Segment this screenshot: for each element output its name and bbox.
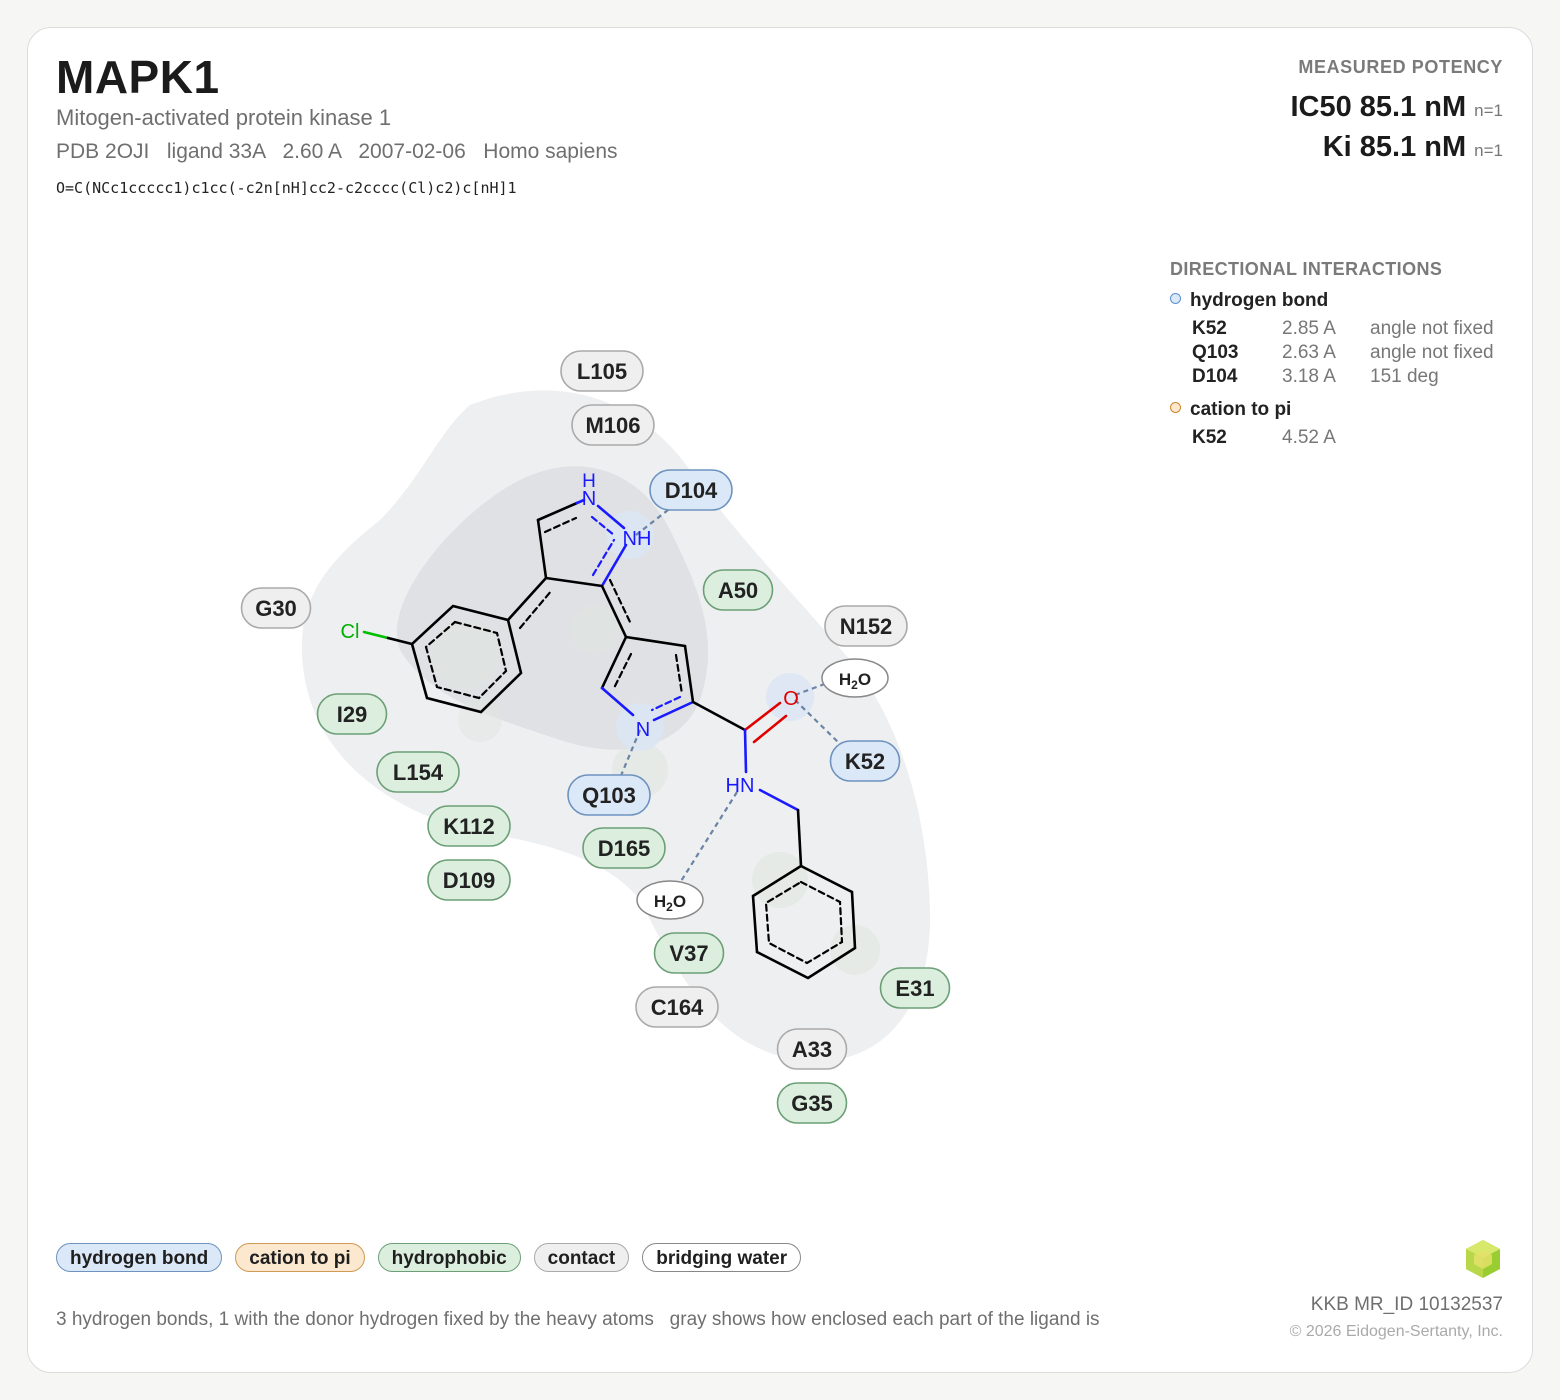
residue-label: D104	[665, 478, 718, 503]
oxygen-atom: O	[783, 688, 799, 710]
residue-label: G35	[791, 1091, 833, 1116]
residue-label: A33	[792, 1037, 832, 1062]
residue-label: A50	[718, 578, 758, 603]
residue-label: K112	[443, 814, 494, 839]
residue-label: K52	[845, 749, 885, 774]
legend-bridging-water: bridging water	[642, 1243, 802, 1272]
residue-label: Q103	[582, 783, 636, 808]
residue-l154: L154	[376, 751, 460, 793]
nitrogen-atom: N	[582, 488, 596, 510]
legend-hydrophobic: hydrophobic	[377, 1243, 521, 1272]
residue-label: D165	[598, 836, 651, 861]
residue-k52: K52	[829, 740, 901, 782]
residue-label: D109	[443, 868, 496, 893]
residue-label: V37	[669, 941, 708, 966]
residue-a33: A33	[776, 1028, 848, 1070]
residue-c164: C164	[635, 986, 719, 1028]
residue-e31: E31	[879, 967, 951, 1009]
footnote: 3 hydrogen bonds, 1 with the donor hydro…	[56, 1309, 1100, 1330]
residue-d104: D104	[649, 469, 733, 511]
water-855-678: H2O	[821, 658, 889, 698]
pyrrole-nitrogen-atom: N	[636, 719, 650, 741]
residue-label: G30	[255, 596, 297, 621]
residue-g30: G30	[240, 587, 312, 629]
residue-q103: Q103	[567, 774, 651, 816]
residue-l105: L105	[560, 350, 644, 392]
residue-a50: A50	[702, 569, 774, 611]
residue-label: N152	[840, 614, 893, 639]
residue-k112: K112	[427, 805, 511, 847]
residue-n152: N152	[824, 605, 908, 647]
chlorine-atom: Cl	[341, 621, 360, 643]
residue-label: I29	[337, 702, 368, 727]
nh-atom: NH	[623, 528, 652, 550]
residue-label: L105	[577, 359, 627, 384]
water-670-900: H2O	[636, 880, 704, 920]
residue-d109: D109	[427, 859, 511, 901]
amide-nh-atom: HN	[726, 775, 755, 797]
legend-contact: contact	[533, 1243, 630, 1272]
residue-v37: V37	[653, 932, 725, 974]
copyright: © 2026 Eidogen-Sertanty, Inc.	[1289, 1323, 1503, 1340]
residue-i29: I29	[316, 693, 388, 735]
record-id: KKB MR_ID 10132537	[1310, 1294, 1503, 1315]
legend: hydrogen bond cation to pi hydrophobic c…	[56, 1243, 802, 1272]
residue-label: L154	[393, 760, 444, 785]
residue-m106: M106	[571, 404, 655, 446]
residue-label: M106	[585, 413, 640, 438]
residue-label: E31	[895, 976, 934, 1001]
legend-hydrogen-bond: hydrogen bond	[56, 1243, 223, 1272]
residue-g35: G35	[776, 1082, 848, 1124]
residue-label: C164	[651, 995, 704, 1020]
legend-cation-to-pi: cation to pi	[235, 1243, 365, 1272]
interaction-diagram: Cl H N NH N HN O H2O H2O L105M106D104A50…	[240, 350, 951, 1124]
eidogen-logo-icon	[1466, 1240, 1500, 1278]
residue-d165: D165	[582, 827, 666, 869]
